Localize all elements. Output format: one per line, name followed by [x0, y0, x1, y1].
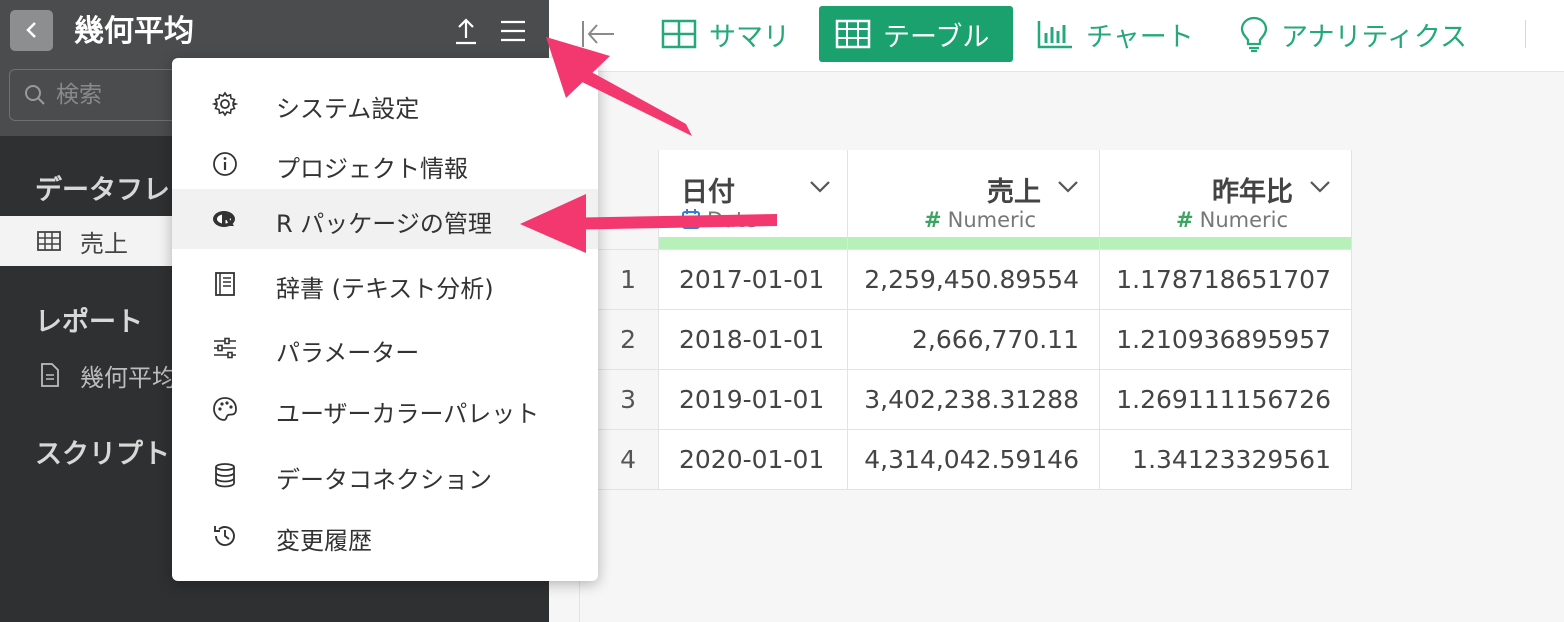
table-cell[interactable]: 2018-01-01: [659, 310, 848, 370]
menu-item-label: システム設定: [276, 95, 420, 123]
calendar-icon: [682, 209, 700, 229]
sidebar-item-label: 幾何平均: [80, 364, 176, 392]
column-name: 日付: [681, 177, 735, 208]
column-type: Date: [681, 208, 757, 232]
upload-icon: [456, 18, 476, 45]
menu-item-label: R パッケージの管理: [276, 210, 492, 238]
column-header-yoy[interactable]: 昨年比 # Numeric: [1100, 150, 1352, 250]
hash-icon: #: [1176, 208, 1194, 232]
table-cell[interactable]: 4,314,042.59146: [848, 430, 1100, 490]
export-button[interactable]: [451, 16, 481, 46]
column-quality-bar: [848, 237, 1099, 249]
table-cell[interactable]: 2,259,450.89554: [848, 250, 1100, 310]
tab-summary[interactable]: サマリ: [661, 6, 790, 62]
column-header-sales[interactable]: 売上 # Numeric: [848, 150, 1100, 250]
palette-icon: [213, 397, 237, 421]
menu-item-label: データコネクション: [276, 466, 492, 494]
sidebar-item-label: 売上: [80, 230, 128, 258]
tab-label: アナリティクス: [1281, 21, 1468, 53]
column-name: 売上: [987, 177, 1041, 208]
info-icon: [213, 152, 237, 176]
column-type-label: Numeric: [1199, 208, 1289, 232]
view-toolbar: サマリ テーブル チャート アナリティクス: [549, 0, 1564, 72]
menu-item-r-packages[interactable]: R パッケージの管理: [172, 189, 598, 249]
column-quality-bar: [1100, 237, 1351, 249]
table-cell[interactable]: 1.178718651707: [1100, 250, 1352, 310]
tab-table[interactable]: テーブル: [819, 6, 1013, 62]
table-cell[interactable]: 3,402,238.31288: [848, 370, 1100, 430]
column-name: 昨年比: [1212, 177, 1293, 208]
collapse-left-icon: [582, 21, 614, 47]
tab-analytics[interactable]: アナリティクス: [1239, 6, 1467, 62]
grid-icon: [661, 19, 697, 49]
menu-item-project-info[interactable]: プロジェクト情報: [172, 134, 598, 194]
chevron-down-icon[interactable]: [1309, 178, 1331, 194]
database-icon: [215, 463, 235, 488]
chevron-down-icon[interactable]: [1057, 178, 1079, 194]
menu-item-parameters[interactable]: パラメーター: [172, 318, 598, 378]
tab-chart[interactable]: チャート: [1036, 6, 1194, 62]
hash-icon: #: [924, 208, 942, 232]
table-cell[interactable]: 2,666,770.11: [848, 310, 1100, 370]
project-title: 幾何平均: [74, 14, 194, 49]
table-icon: [37, 231, 61, 251]
menu-item-label: 辞書 (テキスト分析): [276, 275, 494, 303]
gear-icon: [212, 91, 238, 117]
section-title-reports: レポート: [35, 307, 143, 338]
menu-button[interactable]: [498, 16, 528, 46]
tab-label: チャート: [1086, 21, 1194, 53]
menu-item-data-connection[interactable]: データコネクション: [172, 445, 598, 505]
hamburger-icon: [501, 20, 525, 42]
tab-label: サマリ: [709, 21, 790, 53]
book-icon: [215, 272, 235, 296]
chevron-down-icon[interactable]: [809, 178, 831, 194]
r-logo-icon: [213, 211, 235, 227]
toolbar-divider: [1525, 20, 1526, 48]
menu-item-label: 変更履歴: [276, 527, 372, 555]
section-title-scripts: スクリプト: [35, 439, 170, 470]
history-icon: [214, 526, 235, 546]
menu-item-history[interactable]: 変更履歴: [172, 506, 598, 566]
column-type-label: Date: [707, 208, 758, 232]
menu-item-color-palette[interactable]: ユーザーカラーパレット: [172, 379, 598, 439]
table-cell[interactable]: 2017-01-01: [659, 250, 848, 310]
menu-item-system-settings[interactable]: システム設定: [172, 74, 598, 134]
column-header-date[interactable]: 日付 Date: [659, 150, 848, 250]
column-type: # Numeric: [1176, 208, 1288, 232]
bar-chart-icon: [1037, 21, 1072, 49]
lightbulb-icon: [1240, 16, 1268, 53]
column-quality-bar: [659, 237, 847, 249]
search-icon: [25, 85, 45, 105]
document-icon: [41, 363, 59, 387]
project-menu-dropdown: システム設定 プロジェクト情報 R パッケージの管理 辞書 (テキスト分析) パ…: [172, 58, 598, 581]
sliders-icon: [214, 337, 236, 359]
table-cell[interactable]: 1.210936895957: [1100, 310, 1352, 370]
collapse-sidebar-button[interactable]: [580, 18, 618, 50]
menu-item-label: ユーザーカラーパレット: [276, 400, 540, 428]
table-cell[interactable]: 2019-01-01: [659, 370, 848, 430]
menu-item-label: プロジェクト情報: [276, 155, 468, 183]
column-type: # Numeric: [924, 208, 1036, 232]
table-cell[interactable]: 1.269111156726: [1100, 370, 1352, 430]
menu-item-dictionary[interactable]: 辞書 (テキスト分析): [172, 254, 598, 314]
column-type-label: Numeric: [947, 208, 1037, 232]
table-icon: [835, 19, 871, 49]
back-button[interactable]: [10, 10, 53, 51]
tab-label: テーブル: [883, 21, 990, 53]
table-cell[interactable]: 2020-01-01: [659, 430, 848, 490]
menu-item-label: パラメーター: [276, 339, 420, 367]
table-cell[interactable]: 1.34123329561: [1100, 430, 1352, 490]
chevron-left-icon: [25, 22, 36, 38]
